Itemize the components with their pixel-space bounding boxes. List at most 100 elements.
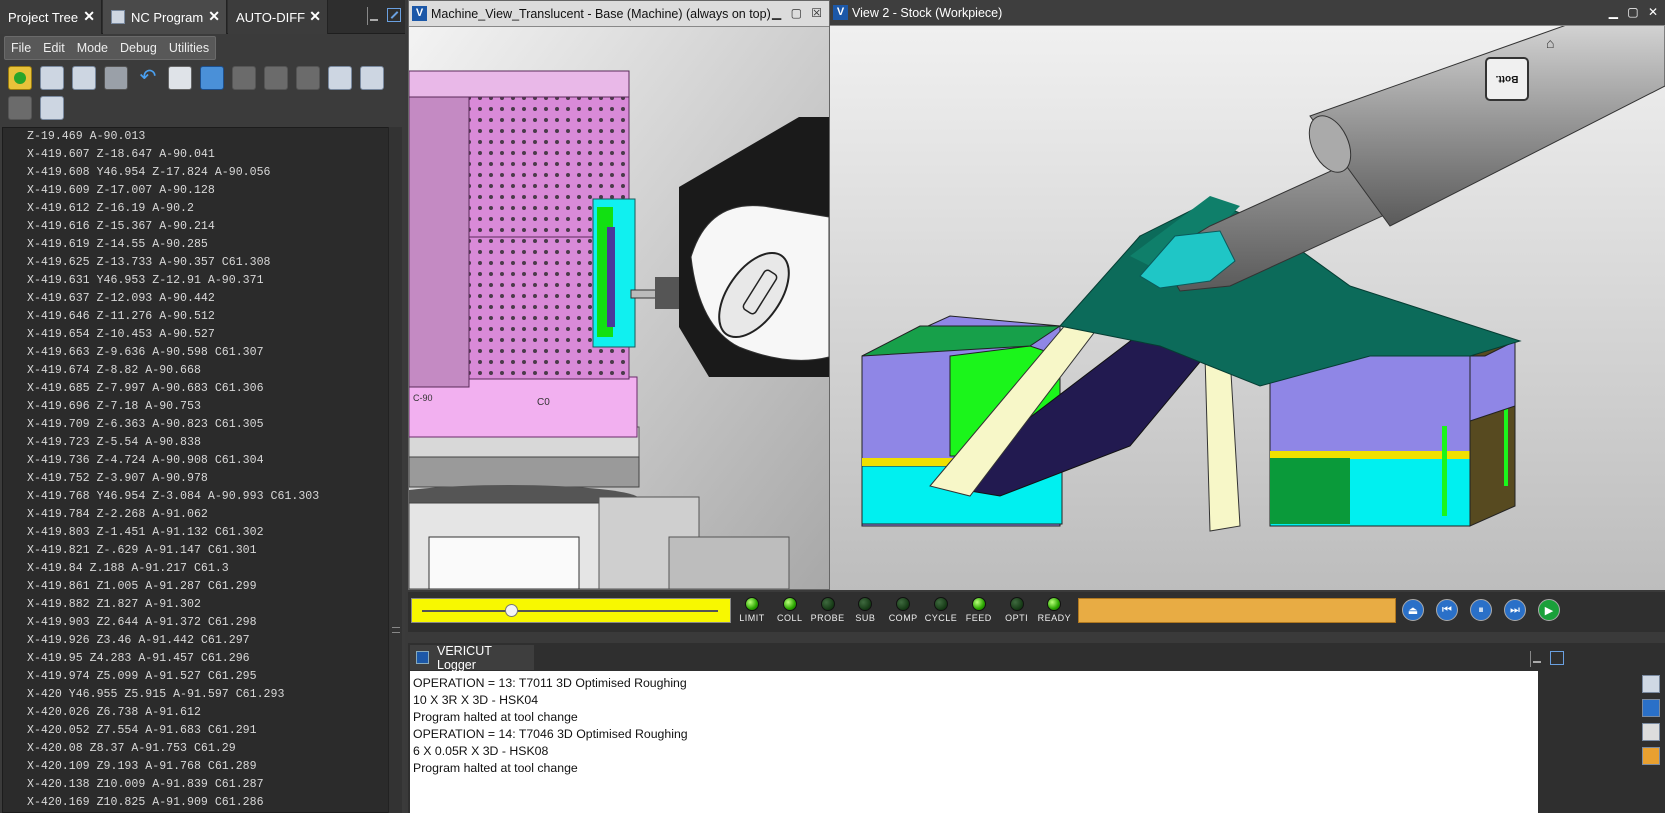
check-icon[interactable] (8, 66, 32, 90)
nc-code-line[interactable]: X-419.619 Z-14.55 A-90.285 (3, 236, 399, 254)
rewind-icon[interactable]: ⏮ (1436, 599, 1458, 621)
home-icon[interactable]: ⌂ (1546, 35, 1554, 51)
tab-nc-program[interactable]: NC Program ✕ (103, 0, 227, 34)
stock-view-window[interactable]: V View 2 - Stock (Workpiece) ▁ ▢ ✕ Bott.… (830, 0, 1665, 590)
led-label: PROBE (810, 613, 845, 623)
nc-code-line[interactable]: X-419.709 Z-6.363 A-90.823 C61.305 (3, 416, 399, 434)
vericut-logo-icon: V (833, 5, 848, 20)
logger-output[interactable]: OPERATION = 13: T7011 3D Optimised Rough… (410, 671, 1538, 813)
reset-model-icon[interactable]: ⏏ (1402, 599, 1424, 621)
view-cube[interactable]: Bott. (1485, 57, 1529, 101)
nc-code-line[interactable]: X-419.861 Z1.005 A-91.287 C61.299 (3, 578, 399, 596)
nc-export-icon[interactable] (360, 66, 384, 90)
slider-thumb[interactable] (504, 604, 518, 617)
nc-code-line[interactable]: X-419.674 Z-8.82 A-90.668 (3, 362, 399, 380)
nc-code-line[interactable]: X-419.736 Z-4.724 A-90.908 C61.304 (3, 452, 399, 470)
animation-speed-slider[interactable] (411, 598, 731, 623)
nc-code-line[interactable]: X-419.84 Z.188 A-91.217 C61.3 (3, 560, 399, 578)
nc-step-icon[interactable] (328, 66, 352, 90)
nc-code-line[interactable]: X-420.138 Z10.009 A-91.839 C61.287 (3, 776, 399, 794)
tool-icon[interactable] (1642, 723, 1660, 741)
nc-code-line[interactable]: X-419.616 Z-15.367 A-90.214 (3, 218, 399, 236)
nc-code-line[interactable]: X-419.625 Z-13.733 A-90.357 C61.308 (3, 254, 399, 272)
nc-code-line[interactable]: X-419.752 Z-3.907 A-90.978 (3, 470, 399, 488)
led-label: SUB (855, 613, 876, 623)
window-buttons[interactable]: ▁ ▢ ☒ (772, 6, 825, 20)
led-label: COLL (777, 613, 803, 623)
tab-auto-diff[interactable]: AUTO-DIFF ✕ (228, 0, 328, 34)
nc-code-line[interactable]: X-419.723 Z-5.54 A-90.838 (3, 434, 399, 452)
nc-code-line[interactable]: X-420.169 Z10.825 A-91.909 C61.286 (3, 794, 399, 812)
pause-icon[interactable]: ⏸ (1470, 599, 1492, 621)
print-icon[interactable] (168, 66, 192, 90)
menu-mode[interactable]: Mode (71, 37, 114, 59)
nc-code-line[interactable]: X-419.696 Z-7.18 A-90.753 (3, 398, 399, 416)
nc-code-line[interactable]: X-419.882 Z1.827 A-91.302 (3, 596, 399, 614)
nc-code-line[interactable]: X-419.903 Z2.644 A-91.372 C61.298 (3, 614, 399, 632)
verify-icon[interactable] (1642, 699, 1660, 717)
undock-icon[interactable] (387, 8, 401, 22)
copy-icon (8, 96, 32, 120)
sync-icon[interactable] (40, 96, 64, 120)
nc-code-line[interactable]: X-419.607 Z-18.647 A-90.041 (3, 146, 399, 164)
nc-code-line[interactable]: X-419.784 Z-2.268 A-91.062 (3, 506, 399, 524)
close-icon[interactable]: ✕ (208, 8, 220, 25)
nc-search-icon[interactable] (40, 66, 64, 90)
log-line: OPERATION = 14: T7046 3D Optimised Rough… (413, 727, 688, 741)
nc-code-line[interactable]: X-420.08 Z8.37 A-91.753 C61.29 (3, 740, 399, 758)
led-light-icon (782, 597, 797, 611)
nc-code-line[interactable]: Z-19.469 A-90.013 (3, 128, 399, 146)
status-led-comp: COMP (885, 597, 921, 623)
nc-code-line[interactable]: X-420.109 Z9.193 A-91.768 C61.289 (3, 758, 399, 776)
minimize-icon[interactable] (1530, 651, 1541, 667)
stock-view-canvas[interactable]: Bott. ⌂ (830, 26, 1665, 590)
nc-code-line[interactable]: X-419.608 Y46.954 Z-17.824 A-90.056 (3, 164, 399, 182)
play-icon[interactable]: ▶ (1538, 599, 1560, 621)
settings-icon[interactable] (1642, 747, 1660, 765)
menu-file[interactable]: File (5, 37, 37, 59)
nc-code-line[interactable]: X-419.654 Z-10.453 A-90.527 (3, 326, 399, 344)
undo-icon[interactable]: ↶ (136, 66, 160, 90)
nc-code-line[interactable]: X-419.974 Z5.099 A-91.527 C61.295 (3, 668, 399, 686)
nc-code-line[interactable]: X-419.821 Z-.629 A-91.147 C61.301 (3, 542, 399, 560)
vertical-scrollbar[interactable] (388, 127, 402, 813)
tab-vericut-logger[interactable]: VERICUT Logger (410, 644, 534, 672)
nc-code-line[interactable]: X-419.803 Z-1.451 A-91.132 C61.302 (3, 524, 399, 542)
nc-verify-icon[interactable] (72, 66, 96, 90)
nc-code-line[interactable]: X-419.926 Z3.46 A-91.442 C61.297 (3, 632, 399, 650)
status-led-sub: SUB (847, 597, 883, 623)
nc-code-line[interactable]: X-420.026 Z6.738 A-91.612 (3, 704, 399, 722)
machine-view-canvas[interactable]: C-90 C0 (409, 27, 829, 589)
menu-debug[interactable]: Debug (114, 37, 163, 59)
machine-view-titlebar: V Machine_View_Translucent - Base (Machi… (409, 1, 829, 27)
log-icon[interactable] (1642, 675, 1660, 693)
machine-view-window[interactable]: V Machine_View_Translucent - Base (Machi… (408, 0, 830, 590)
comment-icon (232, 66, 256, 90)
split-view-icon[interactable] (200, 66, 224, 90)
nc-code-line[interactable]: X-419.637 Z-12.093 A-90.442 (3, 290, 399, 308)
nc-code-line[interactable]: X-420 Y46.955 Z5.915 A-91.597 C61.293 (3, 686, 399, 704)
menu-utilities[interactable]: Utilities (163, 37, 215, 59)
led-light-icon (858, 597, 873, 611)
nc-code-line[interactable]: X-419.663 Z-9.636 A-90.598 C61.307 (3, 344, 399, 362)
nc-code-line[interactable]: X-419.612 Z-16.19 A-90.2 (3, 200, 399, 218)
binoculars-icon[interactable] (104, 66, 128, 90)
menu-edit[interactable]: Edit (37, 37, 71, 59)
nc-code-line[interactable]: X-419.768 Y46.954 Z-3.084 A-90.993 C61.3… (3, 488, 399, 506)
window-buttons[interactable]: ▁ ▢ ✕ (1609, 5, 1661, 19)
nc-code-line[interactable]: X-419.631 Y46.953 Z-12.91 A-90.371 (3, 272, 399, 290)
close-icon[interactable]: ✕ (309, 8, 321, 25)
scroll-grip[interactable] (392, 627, 400, 633)
close-icon[interactable]: ✕ (83, 8, 95, 25)
minimize-icon[interactable] (367, 7, 378, 25)
nc-code-listing[interactable]: Z-19.469 A-90.013 X-419.607 Z-18.647 A-90… (2, 127, 400, 813)
nc-code-line[interactable]: X-419.95 Z4.283 A-91.457 C61.296 (3, 650, 399, 668)
step-icon[interactable]: ⏭ (1504, 599, 1526, 621)
tab-project-tree[interactable]: Project Tree ✕ (0, 0, 102, 34)
menu-bar: File Edit Mode Debug Utilities (4, 36, 217, 60)
nc-code-line[interactable]: X-420.052 Z7.554 A-91.683 C61.291 (3, 722, 399, 740)
undock-icon[interactable] (1550, 651, 1564, 665)
nc-code-line[interactable]: X-419.646 Z-11.276 A-90.512 (3, 308, 399, 326)
nc-code-line[interactable]: X-419.609 Z-17.007 A-90.128 (3, 182, 399, 200)
nc-code-line[interactable]: X-419.685 Z-7.997 A-90.683 C61.306 (3, 380, 399, 398)
